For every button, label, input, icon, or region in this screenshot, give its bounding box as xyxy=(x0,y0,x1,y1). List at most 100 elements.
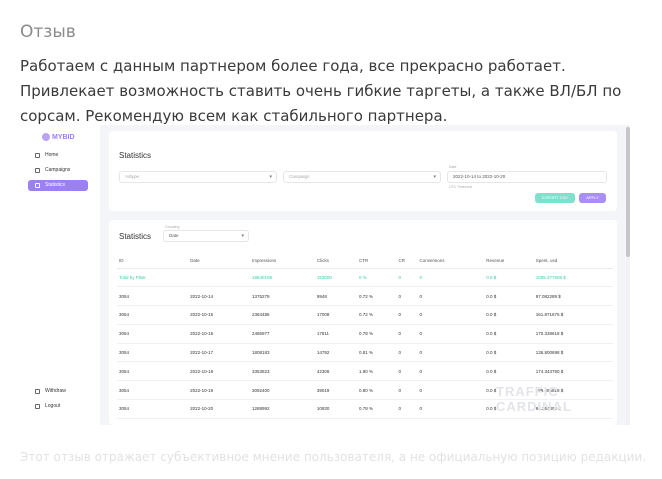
table-row: 3054 2022-10-17 1808183 14792 0.81 % 0 0 0.0 $1… xyxy=(117,343,613,363)
col-ctr[interactable]: CTR xyxy=(356,254,397,269)
table-cell: 3054 xyxy=(117,324,189,344)
withdraw-icon xyxy=(35,389,40,394)
col-clicks[interactable]: Clicks xyxy=(314,254,357,269)
table-cell: Total by Filter xyxy=(117,268,189,288)
table-cell: 42306 xyxy=(314,361,357,382)
review-heading: Отзыв xyxy=(20,22,76,42)
table-row: 3054 2022-10-16 2486977 17811 0.78 % 0 0 0.0 $1… xyxy=(117,324,613,344)
sidebar: MYBID Home Campaigns Statistics Withdraw… xyxy=(20,125,100,425)
table-cell: 0 xyxy=(417,343,485,363)
table-cell: 2022-10-14 xyxy=(188,286,250,307)
table-cell: 0.0 $ xyxy=(484,324,534,344)
col-conversions[interactable]: Conversions xyxy=(417,254,485,269)
table-cell: 174.343780 $ xyxy=(533,361,613,382)
logo-icon xyxy=(42,133,50,141)
nav-withdraw[interactable]: Withdraw xyxy=(28,386,88,397)
filters-panel: Statistics Adtype ▾ Campaign ▾ Date 2022-1… xyxy=(109,131,617,211)
table-cell: 9948 xyxy=(314,286,357,307)
col-revenue[interactable]: Revenue xyxy=(484,254,534,269)
apply-button[interactable]: APPLY xyxy=(579,193,606,203)
table-cell: 1005.377608 $ xyxy=(533,268,613,288)
grouping-label: Grouping xyxy=(165,225,180,229)
table-cell: 2384486 xyxy=(249,305,315,325)
col-impressions[interactable]: Impressions xyxy=(249,254,315,269)
table-cell: 18640108 xyxy=(249,268,315,288)
table-cell: 0 xyxy=(417,361,485,382)
table-cell: 1288992 xyxy=(249,399,315,419)
table-cell: 39019 xyxy=(314,380,357,401)
table-cell: 97.082289 $ xyxy=(533,286,613,307)
table-cell: 2486977 xyxy=(249,324,315,344)
scrollbar-thumb[interactable] xyxy=(626,127,630,257)
campaign-select[interactable]: Campaign ▾ xyxy=(283,171,441,183)
table-cell: 0 xyxy=(396,268,418,288)
table-cell: 17008 xyxy=(314,305,357,325)
table-cell: 14792 xyxy=(314,343,357,363)
table-header: ID Date Impressions Clicks CTR CR Conver… xyxy=(117,254,613,269)
table-row: 3054 2022-10-14 1375279 9948 0.72 % 0 0 0.0 $97… xyxy=(117,286,613,307)
date-range-input[interactable]: 2022-10-14 to 2022-10-20 xyxy=(447,171,607,183)
table-cell: 2022-10-15 xyxy=(188,305,250,325)
stats-title: Statistics xyxy=(119,232,152,241)
table-cell: 3092400 xyxy=(249,380,315,401)
table-cell: 170.338618 $ xyxy=(533,324,613,344)
table-cell: 0.0 $ xyxy=(484,361,534,382)
table-cell: 2022-10-19 xyxy=(188,380,250,401)
dashboard-screenshot: MYBID Home Campaigns Statistics Withdraw… xyxy=(20,125,630,425)
nav-campaigns[interactable]: Campaigns xyxy=(28,165,88,176)
table-cell: 3054 xyxy=(117,343,189,363)
table-cell: 0 xyxy=(417,399,485,419)
nav-home[interactable]: Home xyxy=(28,150,88,161)
table-cell: 2022-10-17 xyxy=(188,343,250,363)
table-cell: 0.0 $ xyxy=(484,343,534,363)
table-cell: 0 xyxy=(417,324,485,344)
export-csv-button[interactable]: EXPORT CSV xyxy=(535,193,575,203)
table-cell: 0.0 $ xyxy=(484,305,534,325)
table-cell: 3054 xyxy=(117,380,189,401)
table-cell: 2022-10-16 xyxy=(188,324,250,344)
table-cell: 0 % xyxy=(356,268,397,288)
table-row: 3054 2022-10-18 3353823 42306 1.90 % 0 0 0.0 $1… xyxy=(117,361,613,382)
watermark: TRAFFIC CARDINAL xyxy=(496,384,572,414)
table-row: 3054 2022-10-15 2384486 17008 0.72 % 0 0 0.0 $1… xyxy=(117,305,613,325)
table-cell: 0 xyxy=(396,361,418,382)
table-cell: 0.72 % xyxy=(356,305,397,325)
table-cell: 2022-10-18 xyxy=(188,361,250,382)
table-cell: 3054 xyxy=(117,361,189,382)
table-cell: 0.78 % xyxy=(356,399,397,419)
col-id[interactable]: ID xyxy=(117,254,189,269)
table-total-row: Total by Filter 18640108 153000 0 % 0 0 0.0 $1… xyxy=(117,268,613,288)
table-cell: 0 xyxy=(396,399,418,419)
table-cell: 136.800698 $ xyxy=(533,343,613,363)
table-cell: 0.80 % xyxy=(356,380,397,401)
home-icon xyxy=(35,153,40,158)
nav-statistics[interactable]: Statistics xyxy=(28,180,88,191)
logout-icon xyxy=(35,404,40,409)
date-hint: UTC Timezone xyxy=(449,185,473,189)
grouping-select[interactable]: Date ▾ xyxy=(163,230,249,242)
table-cell: 0 xyxy=(396,305,418,325)
table-cell: 2022-10-20 xyxy=(188,399,250,419)
col-date[interactable]: Date xyxy=(188,254,250,269)
nav-logout[interactable]: Logout xyxy=(28,401,88,412)
date-label: Date xyxy=(449,165,457,169)
adtype-select[interactable]: Adtype ▾ xyxy=(119,171,277,183)
table-cell: 0 xyxy=(396,286,418,307)
chevron-down-icon: ▾ xyxy=(433,174,436,180)
statistics-icon xyxy=(35,183,40,188)
table-cell: 161.871675 $ xyxy=(533,305,613,325)
table-cell xyxy=(188,268,250,288)
table-cell: 3054 xyxy=(117,305,189,325)
table-cell: 3353823 xyxy=(249,361,315,382)
col-spent[interactable]: Spent, usd xyxy=(533,254,613,269)
table-cell: 3054 xyxy=(117,399,189,419)
table-cell: 0.81 % xyxy=(356,343,397,363)
chevron-down-icon: ▾ xyxy=(269,174,272,180)
chevron-down-icon: ▾ xyxy=(241,233,244,239)
table-cell: 1808183 xyxy=(249,343,315,363)
col-cr[interactable]: CR xyxy=(396,254,418,269)
logo: MYBID xyxy=(42,133,75,141)
table-cell: 0 xyxy=(396,343,418,363)
table-cell: 10930 xyxy=(314,399,357,419)
table-cell: 0.78 % xyxy=(356,324,397,344)
